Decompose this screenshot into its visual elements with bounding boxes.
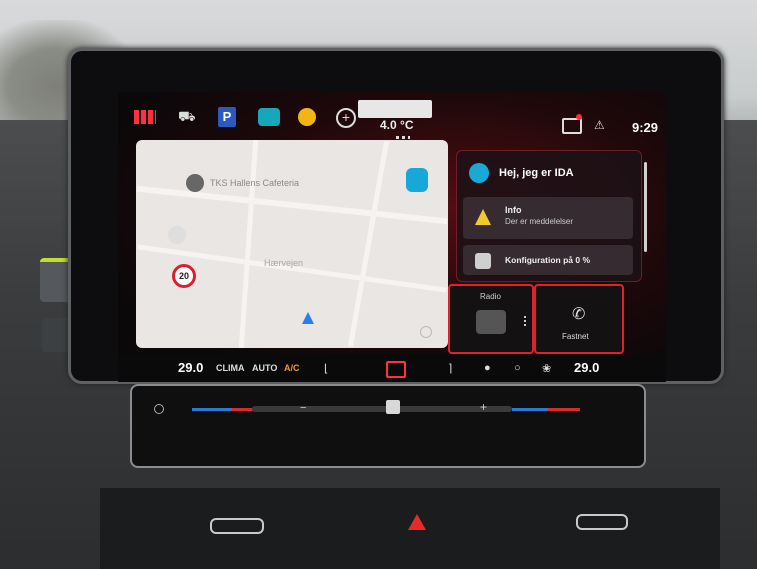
infotainment-screen: ⛟ P + 4.0 °C ⚠ 9:29 TKS Hallens Cafeteri… — [118, 92, 666, 382]
config-notification[interactable]: Konfiguration på 0 % — [463, 245, 633, 275]
restaurant-icon[interactable] — [186, 174, 204, 192]
fan-increase-button[interactable]: + — [480, 400, 487, 414]
config-title: Konfiguration på 0 % — [505, 255, 590, 265]
outside-temperature: 4.0 °C — [380, 118, 414, 132]
map-view[interactable]: TKS Hallens Cafeteria Hærvejen 20 — [136, 140, 448, 348]
alert-icon[interactable]: ⚠ — [594, 118, 605, 132]
info-title: Info — [505, 205, 522, 215]
charging-station-icon[interactable] — [258, 108, 280, 126]
phone-label: Fastnet — [562, 332, 589, 341]
climate-bar: 29.0 CLIMA AUTO A/C ⌊ ⌉ ● ○ ❀ 29.0 — [118, 354, 666, 382]
fan-slider[interactable] — [252, 406, 512, 412]
radio-tile[interactable]: Radio — [448, 284, 534, 354]
temp-cold-indicator-right — [512, 408, 548, 411]
page-indicator — [396, 136, 410, 139]
add-shortcut-icon[interactable]: + — [336, 108, 356, 128]
clima-button[interactable]: CLIMA — [216, 363, 245, 373]
temp-cold-indicator-left — [192, 408, 232, 411]
message-icon[interactable] — [562, 118, 582, 134]
power-icon[interactable] — [154, 404, 164, 414]
hazard-icon[interactable] — [408, 514, 426, 530]
info-subtitle: Der er meddelelser — [505, 217, 574, 226]
search-icon[interactable] — [420, 326, 432, 338]
recirculation-icon[interactable]: ● — [484, 362, 491, 374]
seat-heat-right-icon[interactable]: ⌉ — [448, 362, 452, 375]
map-layers-icon[interactable] — [168, 226, 186, 244]
position-arrow-icon — [302, 312, 314, 324]
auto-button[interactable]: AUTO — [252, 363, 277, 373]
steering-wheel-heat-icon[interactable]: ○ — [514, 362, 521, 374]
poi-label: TKS Hallens Cafeteria — [210, 178, 300, 188]
radio-label: Radio — [480, 292, 501, 301]
assistant-card[interactable]: Hej, jeg er IDA Info Der er meddelelser … — [456, 150, 642, 282]
hvac-touch-strip[interactable]: − + — [130, 384, 646, 468]
speed-limit-sign: 20 — [172, 264, 196, 288]
notification-badge — [576, 114, 582, 120]
air-vent-right[interactable] — [576, 514, 628, 530]
phone-icon: ✆ — [572, 306, 586, 323]
seat-heat-left-icon[interactable]: ⌊ — [324, 362, 328, 375]
home-button[interactable] — [386, 361, 406, 378]
map-road — [238, 140, 259, 348]
redacted-overlay — [358, 100, 432, 118]
sun-icon[interactable] — [298, 108, 316, 126]
ac-button[interactable]: A/C — [284, 363, 300, 373]
map-road — [136, 185, 448, 225]
info-notification[interactable]: Info Der er meddelelser — [463, 197, 633, 239]
assistant-greeting: Hej, jeg er IDA — [499, 167, 574, 179]
radio-icon[interactable] — [476, 310, 506, 334]
map-road — [347, 141, 390, 347]
fan-decrease-button[interactable]: − — [300, 402, 306, 414]
assistant-scrollbar[interactable] — [644, 162, 647, 252]
temp-warm-indicator-right — [548, 408, 580, 411]
more-options-icon[interactable] — [524, 316, 526, 328]
warning-icon — [475, 209, 491, 225]
parking-icon[interactable]: P — [218, 107, 236, 127]
street-label: Hærvejen — [264, 258, 304, 268]
air-vent-left[interactable] — [210, 518, 264, 534]
passenger-temperature[interactable]: 29.0 — [574, 360, 599, 375]
fan-icon[interactable]: ❀ — [542, 362, 551, 375]
phone-mirror-icon[interactable] — [406, 168, 428, 192]
apps-grid-icon[interactable] — [134, 110, 156, 124]
driver-temperature[interactable]: 29.0 — [178, 360, 203, 375]
car-icon[interactable]: ⛟ — [178, 108, 200, 124]
clock: 9:29 — [632, 120, 659, 135]
fan-slider-knob[interactable] — [386, 400, 400, 414]
config-icon — [475, 253, 491, 269]
phone-tile[interactable]: ✆ Fastnet — [534, 284, 624, 354]
assistant-avatar-icon[interactable] — [469, 163, 489, 183]
